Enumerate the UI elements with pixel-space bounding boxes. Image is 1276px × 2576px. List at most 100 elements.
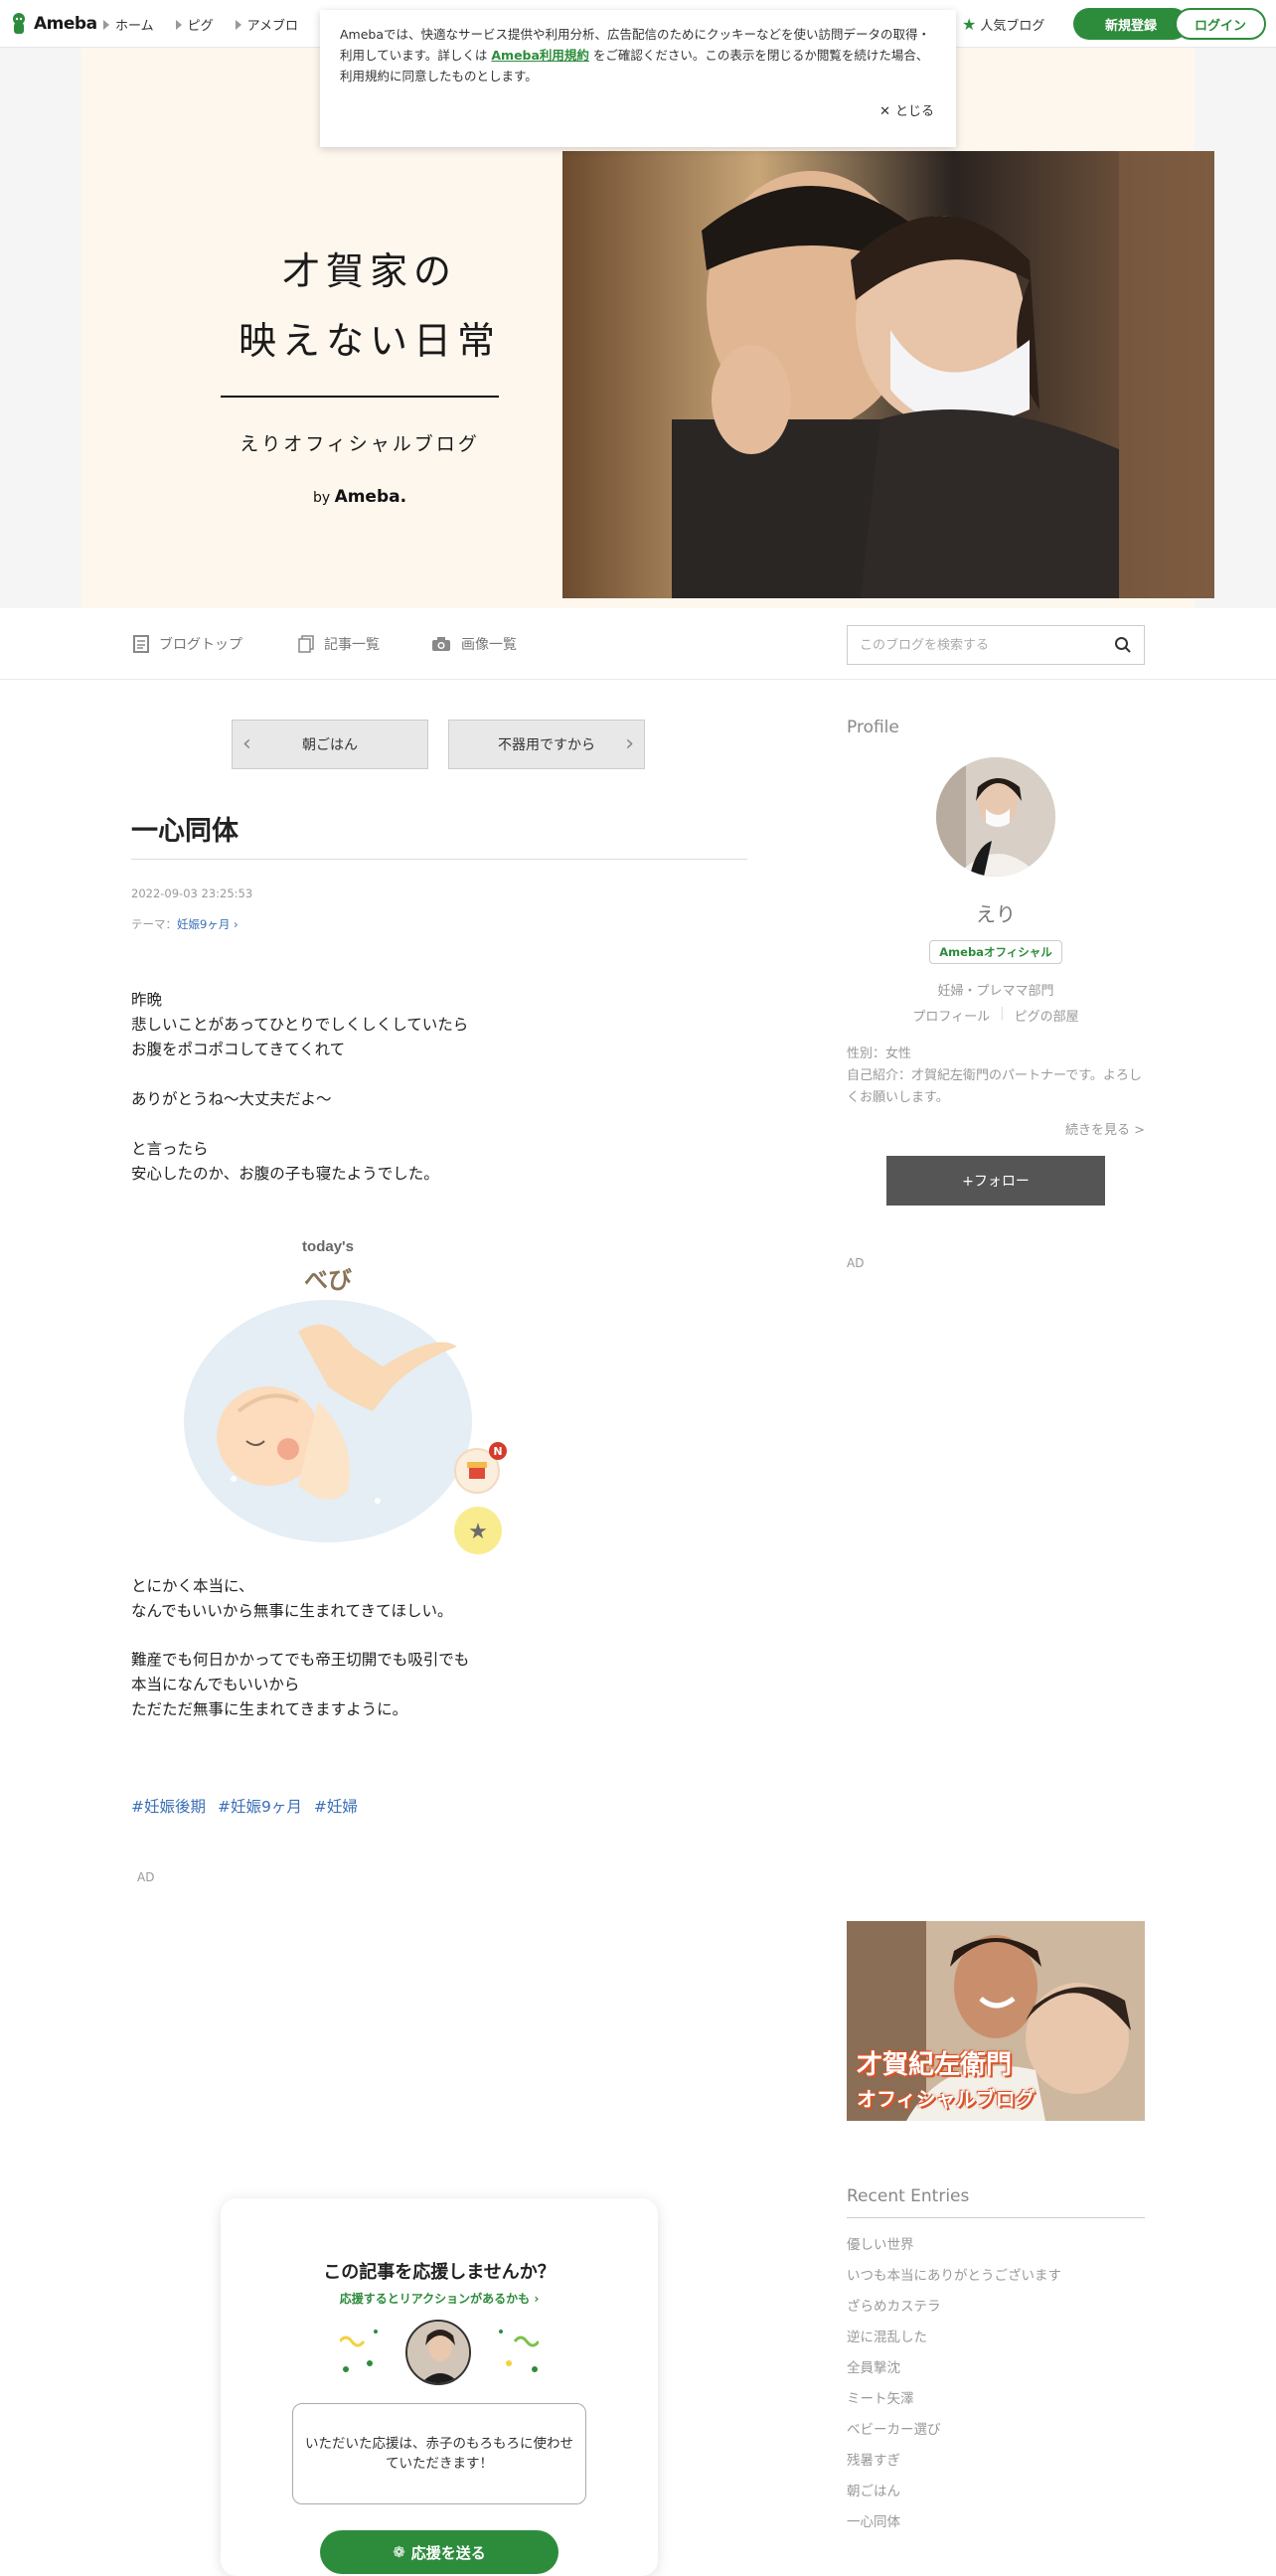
pig-room-link[interactable]: ピグの部屋 — [1015, 1006, 1079, 1025]
recent-entry-link[interactable]: ミート矢澤 — [847, 2384, 1061, 2415]
recent-entry-link[interactable]: 優しい世界 — [847, 2230, 1061, 2261]
read-more-link[interactable]: 続きを見る > — [847, 1119, 1145, 1138]
text-line: と言ったら — [131, 1140, 209, 1158]
blog-search-input[interactable] — [860, 637, 1114, 653]
text-line: ありがとうね〜大丈夫だよ〜 — [131, 1090, 332, 1108]
chevron-right-icon: › — [534, 2292, 540, 2306]
couple-photo — [562, 151, 1214, 598]
support-title: この記事を応援しませんか？ — [323, 2262, 556, 2283]
entry-theme: テーマ：妊娠9ヶ月 › — [131, 916, 239, 932]
official-blog-banner[interactable]: 才賀紀左衛門 オフィシャルブログ — [847, 1921, 1145, 2121]
list-pages-icon — [298, 635, 314, 653]
entries-link[interactable]: 記事一覧 — [298, 634, 380, 654]
popular-blog-label: 人気ブログ — [980, 19, 1045, 34]
profile-name[interactable]: えり — [847, 898, 1145, 927]
text-line: なんでもいいから無事に生まれてきてほしい。 — [131, 1602, 453, 1620]
profile-avatar[interactable] — [936, 757, 1055, 877]
recent-entry-link[interactable]: ベビーカー選び — [847, 2415, 1061, 2446]
next-entry-label: 不器用ですから — [498, 737, 595, 753]
register-button[interactable]: 新規登録 — [1073, 8, 1189, 40]
cookie-notice: Amebaでは、快適なサービス提供や利用分析、広告配信のためにクッキーなどを使い… — [320, 10, 956, 147]
entry-paragraph-4: とにかく本当に、 なんでもいいから無事に生まれてきてほしい。 — [131, 1574, 453, 1624]
profile-gender: 性別：女性 — [847, 1046, 912, 1061]
cookie-close-button[interactable]: ✕ とじる — [879, 101, 934, 122]
text-line: 安心したのか、お腹の子も寝たようでした。 — [131, 1165, 439, 1183]
recent-entry-link[interactable]: 残暑すぎ — [847, 2446, 1061, 2477]
text-line: ただただ無事に生まれてきますように。 — [131, 1700, 408, 1718]
nav-pig[interactable]: ピグ — [175, 15, 214, 34]
profile-intro: 自己紹介：才賀紀左衛門のパートナーです。よろしくお願いします。 — [847, 1068, 1142, 1105]
recent-entry-link[interactable]: 一心同体 — [847, 2507, 1061, 2538]
recent-entry-link[interactable]: 逆に混乱した — [847, 2323, 1061, 2353]
baby-widget-name: べび — [304, 1266, 352, 1294]
prev-entry-label: 朝ごはん — [302, 737, 358, 753]
send-support-label: 応援を送る — [410, 2543, 486, 2562]
triangle-right-icon — [175, 19, 182, 30]
title-divider — [221, 396, 499, 398]
star-icon: ★ — [962, 15, 977, 34]
recent-entry-link[interactable]: 朝ごはん — [847, 2477, 1061, 2507]
entries-label: 記事一覧 — [324, 637, 380, 653]
recent-entry-link[interactable]: ざらめカステラ — [847, 2292, 1061, 2323]
hashtag[interactable]: #妊婦 — [314, 1795, 358, 1817]
follow-button[interactable]: +フォロー — [886, 1156, 1105, 1206]
recent-entry-link[interactable]: いつも本当にありがとうございます — [847, 2261, 1061, 2292]
prev-entry-button[interactable]: ‹ 朝ごはん — [232, 720, 428, 769]
baby-widget-heading: today's — [302, 1238, 354, 1255]
profile-links: プロフィール | ピグの部屋 — [847, 1006, 1145, 1025]
terms-link[interactable]: Ameba利用規約 — [491, 48, 589, 63]
close-icon: ✕ — [879, 104, 890, 119]
blog-title-line2: 映えない日常 — [238, 319, 501, 363]
nav-home[interactable]: ホーム — [103, 15, 154, 34]
title-underline — [131, 859, 747, 860]
theme-link[interactable]: 妊娠9ヶ月 — [177, 917, 230, 931]
profile-info: 性別：女性 自己紹介：才賀紀左衛門のパートナーです。よろしくお願いします。 — [847, 1044, 1145, 1109]
entry-date: 2022-09-03 23:25:53 — [131, 886, 253, 900]
blog-subtitle: えりオフィシャルブログ — [239, 433, 480, 455]
support-info-label: 応援するとリアクションがあるかも — [339, 2292, 531, 2306]
svg-text:★: ★ — [468, 1520, 488, 1544]
global-nav: ホーム ピグ アメブロ — [103, 15, 298, 34]
triangle-right-icon — [235, 19, 241, 30]
cheer-icon: ❁ — [393, 2543, 405, 2561]
blog-title[interactable]: 才賀家の 映えない日常 — [221, 237, 519, 376]
svg-text:N: N — [493, 1445, 502, 1458]
divider: | — [1000, 1006, 1005, 1021]
blog-title-line1: 才賀家の — [281, 249, 457, 293]
recent-entry-link[interactable]: 全員撃沈 — [847, 2353, 1061, 2384]
images-link[interactable]: 画像一覧 — [431, 634, 517, 654]
profile-category[interactable]: 妊婦・プレママ部門 — [847, 980, 1145, 999]
by-brand: Ameba. — [334, 487, 407, 507]
send-support-button[interactable]: ❁ 応援を送る — [320, 2530, 558, 2574]
ameba-logo[interactable]: Ameba — [10, 12, 97, 36]
text-line: 昨晩 — [131, 991, 163, 1009]
by-label: by — [312, 490, 331, 506]
blog-top-link[interactable]: ブログトップ — [133, 634, 242, 654]
hashtag[interactable]: #妊娠後期 — [131, 1795, 206, 1817]
ameba-mascot-icon — [13, 13, 25, 34]
next-entry-button[interactable]: 不器用ですから › — [448, 720, 645, 769]
sidebar-ad-label: AD — [847, 1256, 865, 1270]
triangle-right-icon — [103, 19, 109, 30]
login-button[interactable]: ログイン — [1175, 8, 1266, 40]
text-line: 本当になんでもいいから — [131, 1676, 300, 1693]
blog-search — [847, 625, 1145, 665]
profile-link[interactable]: プロフィール — [912, 1006, 990, 1025]
header-photo — [562, 151, 1214, 598]
search-icon[interactable] — [1114, 636, 1132, 654]
entry-paragraph-2: ありがとうね〜大丈夫だよ〜 — [131, 1087, 332, 1112]
entry-title: 一心同体 — [131, 816, 239, 847]
recent-entries-divider — [847, 2217, 1145, 2218]
text-line: とにかく本当に、 — [131, 1577, 254, 1595]
recent-entries-list: 優しい世界 いつも本当にありがとうございます ざらめカステラ 逆に混乱した 全員… — [847, 2230, 1061, 2538]
document-icon — [133, 635, 149, 653]
hashtag[interactable]: #妊娠9ヶ月 — [218, 1795, 302, 1817]
profile-photo — [936, 757, 1055, 877]
support-info-link[interactable]: 応援するとリアクションがあるかも › — [221, 2290, 658, 2307]
theme-label: テーマ： — [131, 917, 177, 931]
blog-nav: ブログトップ 記事一覧 画像一覧 — [0, 608, 1276, 680]
ad-label: AD — [137, 1870, 155, 1884]
blog-top-label: ブログトップ — [159, 637, 242, 653]
popular-blog-link[interactable]: ★ 人気ブログ — [962, 15, 1044, 34]
nav-ameblo[interactable]: アメブロ — [235, 15, 298, 34]
